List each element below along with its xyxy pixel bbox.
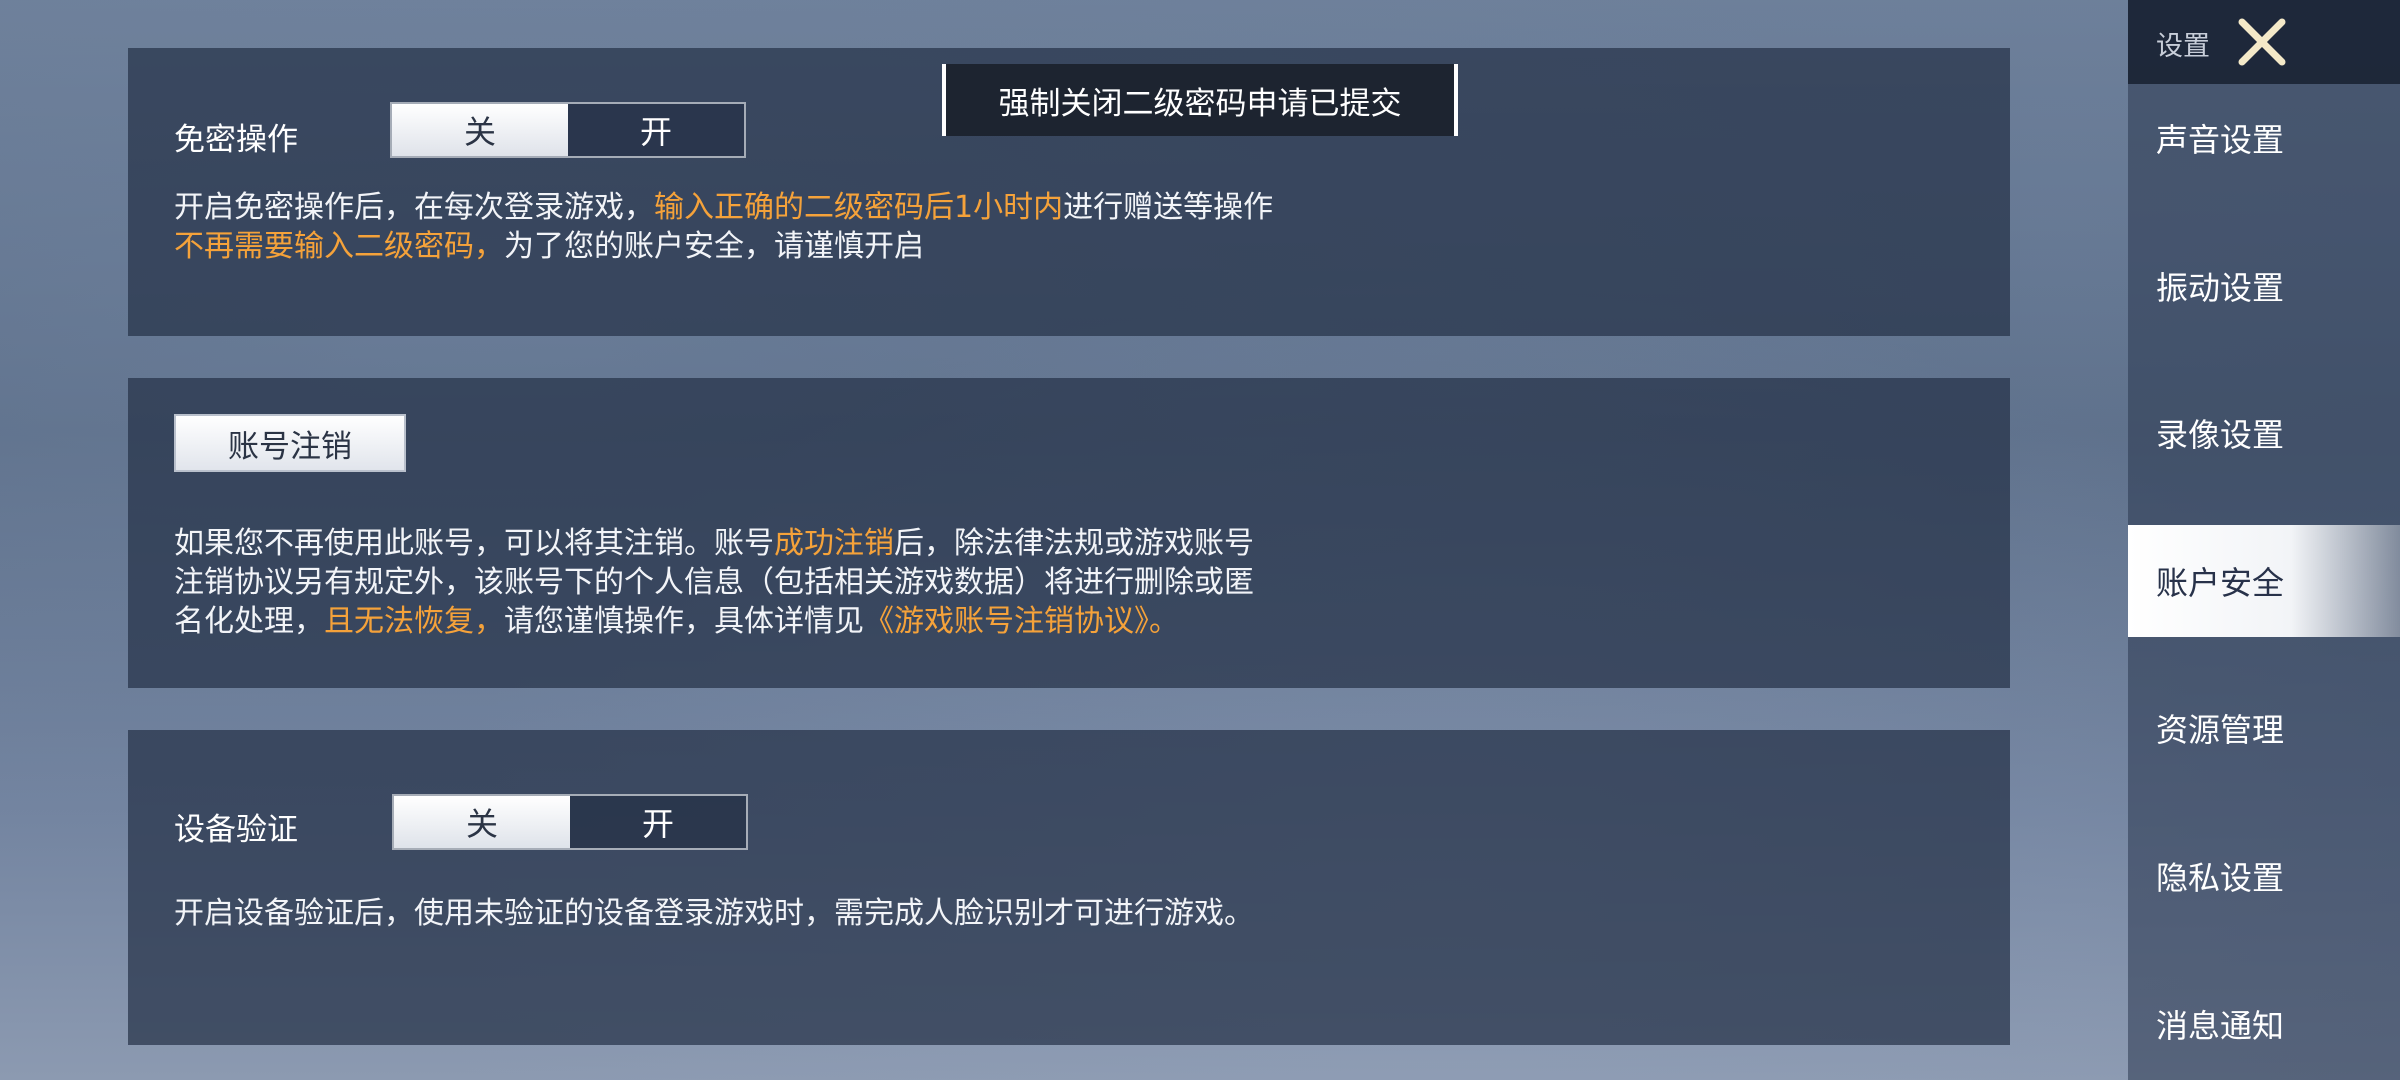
desc-text: 为了您的账户安全，请谨慎开启 [504,229,924,264]
sidebar-item-notifications[interactable]: 消息通知 [2128,968,2400,1080]
account-cancel-button[interactable]: 账号注销 [174,414,406,472]
account-cancel-panel: 账号注销 如果您不再使用此账号，可以将其注销。账号成功注销后，除法律法规或游戏账… [128,378,2010,688]
desc-highlight: 不再需要输入二级密码， [174,229,504,264]
desc-text: 进行赠送等操作 [1063,190,1274,225]
close-icon [2238,18,2286,66]
device-verify-toggle[interactable]: 关 开 [392,794,748,850]
desc-text: 请您谨慎操作，具体详情见 [504,604,864,639]
toast-message: 强制关闭二级密码申请已提交 [942,64,1458,136]
device-verify-description: 开启设备验证后，使用未验证的设备登录游戏时，需完成人脸识别才可进行游戏。 [174,896,1254,931]
sidebar-title: 设置 [2156,31,2210,62]
sidebar-item-privacy[interactable]: 隐私设置 [2128,820,2400,932]
desc-text: 开启免密操作后，在每次登录游戏， [174,190,654,225]
settings-sidebar: 设置 声音设置 振动设置 录像设置 账户安全 资源管理 隐私设置 消息通知 [2128,0,2400,1080]
desc-text: 后，除法律法规或游戏账号 [894,526,1254,561]
device-verify-panel: 设备验证 关 开 开启设备验证后，使用未验证的设备登录游戏时，需完成人脸识别才可… [128,730,2010,1045]
close-button[interactable] [2226,6,2298,78]
account-cancel-description: 如果您不再使用此账号，可以将其注销。账号成功注销后，除法律法规或游戏账号 注销协… [174,524,1254,641]
device-verify-label: 设备验证 [174,812,298,848]
password-free-on-option[interactable]: 开 [568,104,744,156]
password-free-toggle[interactable]: 关 开 [390,102,746,158]
sidebar-item-resources[interactable]: 资源管理 [2128,672,2400,784]
desc-highlight: 成功注销 [774,526,894,561]
desc-text: 名化处理， [174,604,324,639]
desc-highlight: 且无法恢复， [324,604,504,639]
cancellation-agreement-link[interactable]: 《游戏账号注销协议》。 [864,604,1179,639]
desc-text: 如果您不再使用此账号，可以将其注销。账号 [174,526,774,561]
sidebar-header: 设置 [2128,0,2400,84]
sidebar-item-vibration[interactable]: 振动设置 [2128,230,2400,342]
sidebar-item-sound[interactable]: 声音设置 [2128,82,2400,194]
device-verify-on-option[interactable]: 开 [570,796,746,848]
desc-text: 注销协议另有规定外，该账号下的个人信息（包括相关游戏数据）将进行删除或匿 [174,565,1254,600]
password-free-description: 开启免密操作后，在每次登录游戏，输入正确的二级密码后1小时内进行赠送等操作 不再… [174,188,1273,266]
device-verify-off-option[interactable]: 关 [394,796,570,848]
password-free-label: 免密操作 [174,122,298,158]
desc-highlight: 输入正确的二级密码后1小时内 [654,190,1064,225]
sidebar-item-account-security[interactable]: 账户安全 [2128,525,2400,637]
password-free-off-option[interactable]: 关 [392,104,568,156]
sidebar-item-recording[interactable]: 录像设置 [2128,377,2400,489]
